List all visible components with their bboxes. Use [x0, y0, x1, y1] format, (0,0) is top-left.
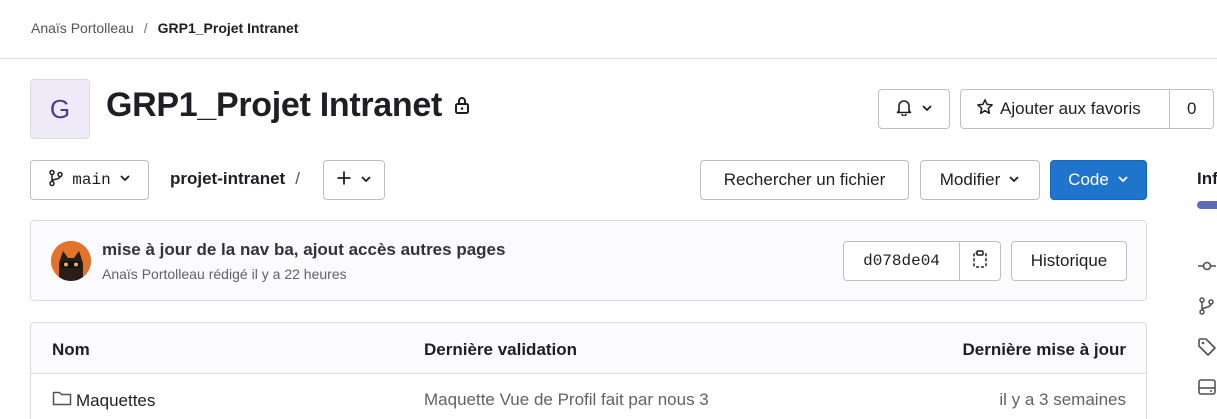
commit-meta: Anaïs Portolleau rédigé il y a 22 heures: [102, 266, 347, 282]
add-file-dropdown[interactable]: [323, 160, 385, 200]
file-updated-time: il y a 3 semaines: [999, 390, 1126, 409]
commit-time: il y a 22 heures: [251, 266, 347, 282]
star-icon: [976, 98, 994, 121]
branch-selector[interactable]: main: [30, 160, 149, 200]
find-file-label: Rechercher un fichier: [723, 170, 886, 189]
column-header-name: Nom: [52, 340, 90, 359]
header-divider: [0, 58, 1217, 59]
plus-icon: [336, 170, 352, 191]
files-table: Nom Dernière validation Dernière mise à …: [30, 322, 1147, 419]
edit-label: Modifier: [939, 170, 1001, 189]
repo-path: projet-intranet /: [170, 169, 300, 189]
folder-icon: [52, 390, 72, 411]
column-header-last-commit: Dernière validation: [424, 340, 578, 359]
chevron-down-icon: [1008, 170, 1020, 190]
find-file-button[interactable]: Rechercher un fichier: [700, 160, 909, 200]
commit-title[interactable]: mise à jour de la nav ba, ajout accès au…: [102, 240, 505, 260]
project-avatar-letter: G: [49, 93, 71, 124]
breadcrumb-project[interactable]: GRP1_Projet Intranet: [158, 20, 299, 36]
chevron-down-icon: [360, 170, 372, 190]
file-name-link[interactable]: Maquettes: [52, 390, 155, 411]
branch-icon[interactable]: [1197, 296, 1217, 316]
branch-name: main: [72, 171, 111, 189]
history-button[interactable]: Historique: [1011, 241, 1127, 281]
breadcrumb-separator: /: [143, 20, 148, 36]
copy-sha-button[interactable]: [960, 242, 1000, 280]
sidebar-progress-bar: [1197, 201, 1217, 209]
notifications-button[interactable]: [878, 89, 950, 129]
project-title-text: GRP1_Projet Intranet: [106, 86, 442, 124]
code-dropdown[interactable]: Code: [1050, 160, 1147, 200]
table-header: Nom Dernière validation Dernière mise à …: [31, 323, 1146, 374]
bell-icon: [895, 98, 913, 121]
repo-path-separator: /: [295, 169, 300, 188]
breadcrumb-user[interactable]: Anaïs Portolleau: [31, 20, 134, 36]
repo-path-root[interactable]: projet-intranet: [170, 169, 285, 189]
chevron-down-icon: [921, 99, 933, 119]
storage-icon[interactable]: [1197, 377, 1217, 397]
lock-icon: [454, 96, 472, 116]
last-commit-panel: mise à jour de la nav ba, ajout accès au…: [30, 220, 1147, 301]
commit-icon[interactable]: [1197, 256, 1217, 276]
chevron-down-icon: [119, 171, 131, 189]
edit-dropdown[interactable]: Modifier: [920, 160, 1040, 200]
clipboard-icon: [972, 249, 988, 273]
commit-sha[interactable]: d078de04: [844, 242, 960, 280]
commit-author-avatar[interactable]: [51, 241, 91, 281]
sidebar-info-label: Inf: [1197, 169, 1217, 188]
file-name: Maquettes: [76, 390, 156, 410]
tag-icon[interactable]: [1197, 337, 1217, 357]
branch-icon: [48, 169, 64, 192]
project-title: GRP1_Projet Intranet: [106, 86, 472, 125]
chevron-down-icon: [1117, 170, 1129, 190]
breadcrumb: Anaïs Portolleau / GRP1_Projet Intranet: [31, 20, 298, 36]
commit-action: rédigé: [208, 266, 248, 282]
table-row: Maquettes Maquette Vue de Profil fait pa…: [31, 375, 1146, 419]
project-avatar: G: [30, 79, 90, 139]
file-commit-message[interactable]: Maquette Vue de Profil fait par nous 3: [424, 390, 709, 410]
code-label: Code: [1068, 170, 1109, 189]
commit-author[interactable]: Anaïs Portolleau: [102, 266, 205, 282]
commit-sha-group: d078de04: [843, 241, 1001, 281]
star-action[interactable]: Ajouter aux favoris: [961, 90, 1171, 128]
history-label: Historique: [1030, 251, 1108, 270]
column-header-last-update: Dernière mise à jour: [962, 340, 1126, 359]
star-button[interactable]: Ajouter aux favoris 0: [960, 89, 1214, 129]
star-count[interactable]: 0: [1170, 99, 1213, 119]
star-label: Ajouter aux favoris: [1000, 99, 1141, 118]
